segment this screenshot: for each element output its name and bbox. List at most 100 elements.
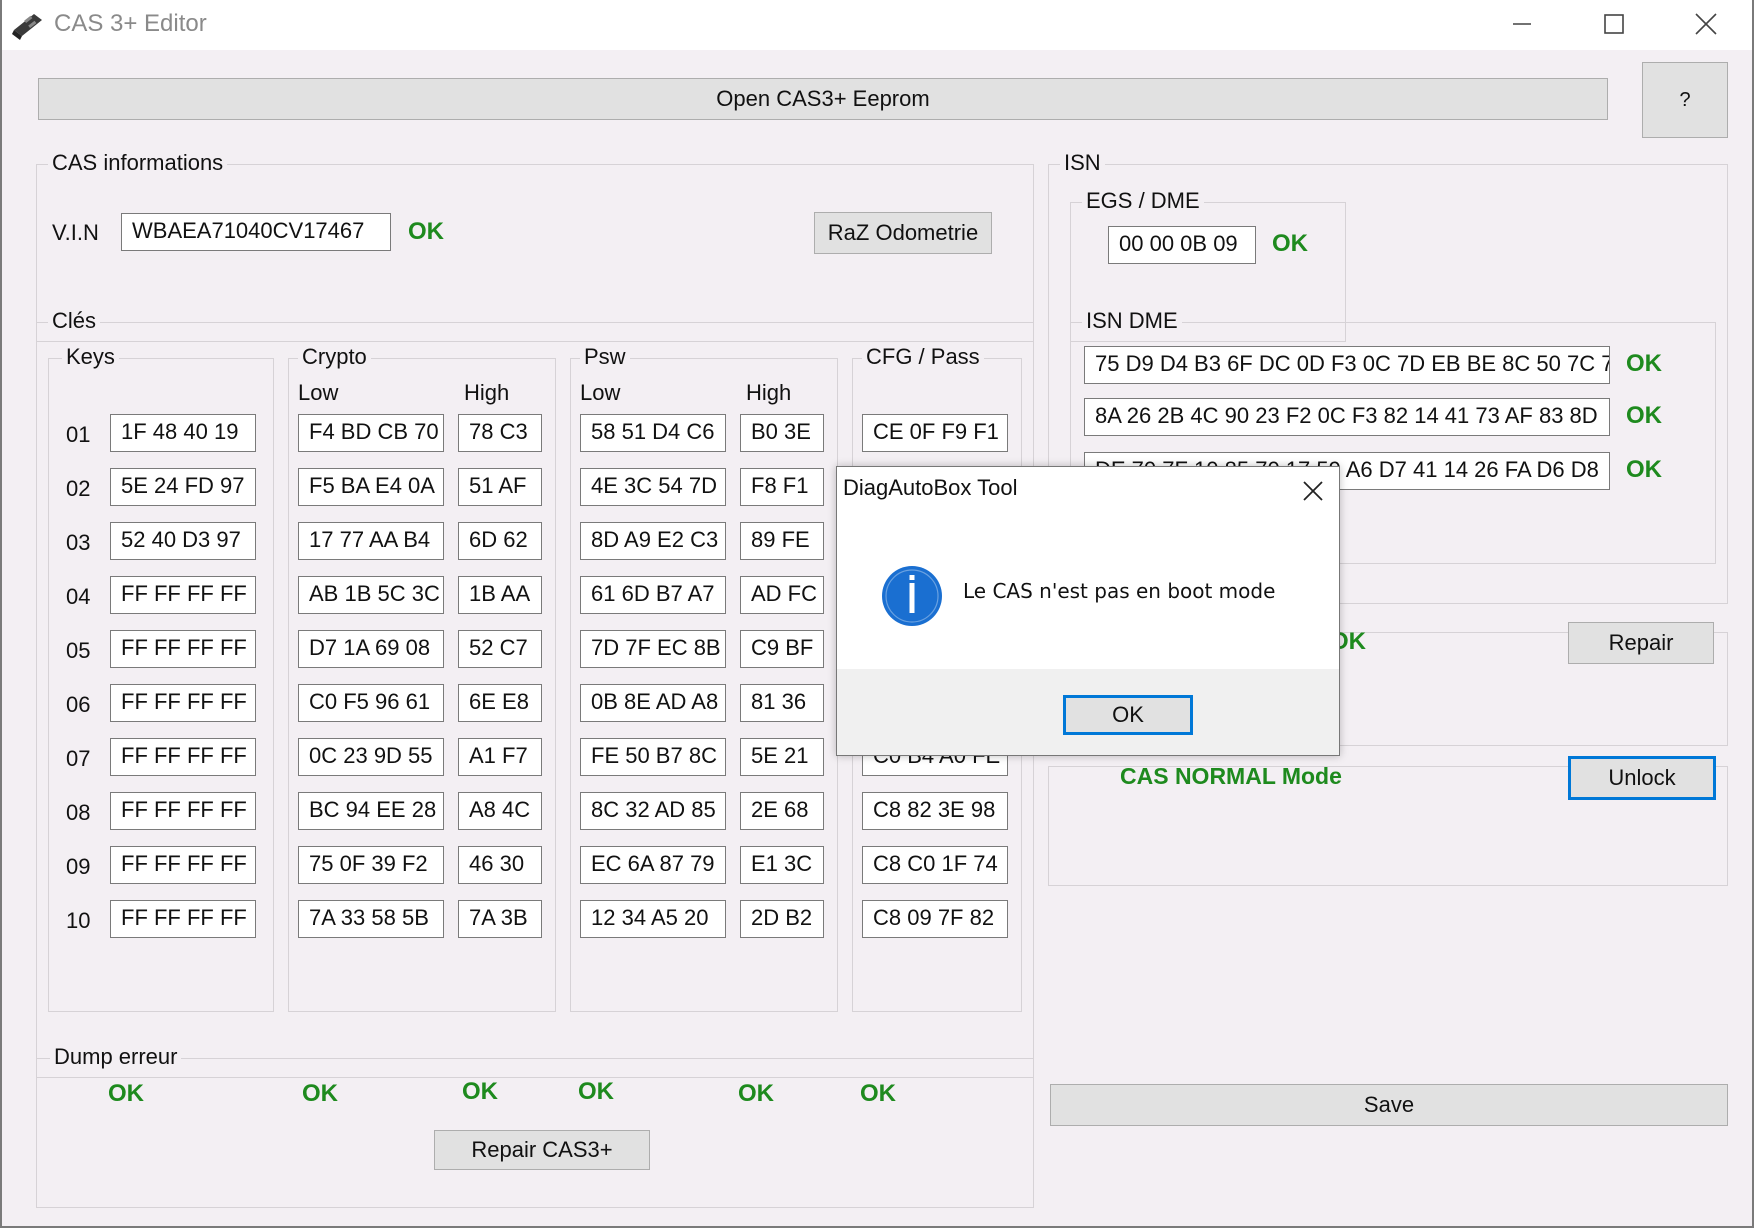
psw-low-label: Low — [580, 380, 621, 405]
psw-low-field[interactable]: 12 34 A5 20 — [580, 900, 726, 938]
cfg-field[interactable]: C8 82 3E 98 — [862, 792, 1008, 830]
psw-high-field[interactable]: 5E 21 — [740, 738, 824, 776]
psw-low-field[interactable]: 0B 8E AD A8 — [580, 684, 726, 722]
unlock-button[interactable]: Unlock — [1568, 756, 1716, 800]
raz-odometrie-button[interactable]: RaZ Odometrie — [814, 212, 992, 254]
vin-field[interactable]: WBAEA71040CV17467 — [121, 213, 391, 251]
psw-low-field[interactable]: 58 51 D4 C6 — [580, 414, 726, 452]
crypto-high-field[interactable]: 1B AA — [458, 576, 542, 614]
psw-low-field[interactable]: 61 6D B7 A7 — [580, 576, 726, 614]
crypto-high-field[interactable]: 78 C3 — [458, 414, 542, 452]
key-field[interactable]: FF FF FF FF — [110, 684, 256, 722]
save-button[interactable]: Save — [1050, 1084, 1728, 1126]
psw-high-field[interactable]: 2D B2 — [740, 900, 824, 938]
psw-low-field[interactable]: 4E 3C 54 7D — [580, 468, 726, 506]
key-row-number: 02 — [66, 476, 91, 501]
crypto-low-field[interactable]: 0C 23 9D 55 — [298, 738, 444, 776]
dialog-close-button[interactable] — [1295, 473, 1331, 509]
dump-status-1: OK — [108, 1080, 144, 1107]
vin-status: OK — [408, 218, 444, 245]
crypto-low-field[interactable]: 75 0F 39 F2 — [298, 846, 444, 884]
cfg-field[interactable]: C8 C0 1F 74 — [862, 846, 1008, 884]
title-bar: CAS 3+ Editor — [2, 0, 1752, 50]
crypto-high-field[interactable]: 6E E8 — [458, 684, 542, 722]
minimize-button[interactable] — [1482, 4, 1562, 44]
crypto-low-field[interactable]: AB 1B 5C 3C — [298, 576, 444, 614]
key-field[interactable]: 1F 48 40 19 — [110, 414, 256, 452]
psw-high-field[interactable]: B0 3E — [740, 414, 824, 452]
cas-mode-text: CAS NORMAL Mode — [1120, 763, 1342, 789]
psw-high-field[interactable]: E1 3C — [740, 846, 824, 884]
key-field[interactable]: FF FF FF FF — [110, 792, 256, 830]
isn-dme-field-2[interactable]: 8A 26 2B 4C 90 23 F2 0C F3 82 14 41 73 A… — [1084, 398, 1610, 436]
crypto-low-field[interactable]: 7A 33 58 5B — [298, 900, 444, 938]
message-dialog: DiagAutoBox Tool Le CAS n'est pas en boo… — [836, 466, 1340, 756]
psw-label: Psw — [580, 344, 630, 370]
crypto-high-field[interactable]: 6D 62 — [458, 522, 542, 560]
key-field[interactable]: FF FF FF FF — [110, 630, 256, 668]
crypto-low-label: Low — [298, 380, 339, 405]
crypto-low-field[interactable]: D7 1A 69 08 — [298, 630, 444, 668]
egs-dme-field[interactable]: 00 00 0B 09 — [1108, 226, 1256, 264]
app-chip-icon — [12, 14, 42, 40]
crypto-high-field[interactable]: 46 30 — [458, 846, 542, 884]
psw-low-field[interactable]: 8D A9 E2 C3 — [580, 522, 726, 560]
window-title: CAS 3+ Editor — [54, 10, 207, 37]
key-row-number: 01 — [66, 422, 91, 447]
psw-high-label: High — [746, 380, 792, 405]
psw-high-field[interactable]: 2E 68 — [740, 792, 824, 830]
close-button[interactable] — [1666, 4, 1746, 44]
crypto-high-field[interactable]: 51 AF — [458, 468, 542, 506]
crypto-high-field[interactable]: 7A 3B — [458, 900, 542, 938]
crypto-low-field[interactable]: F5 BA E4 0A — [298, 468, 444, 506]
repair-button[interactable]: Repair — [1568, 622, 1714, 664]
crypto-low-field[interactable]: 17 77 AA B4 — [298, 522, 444, 560]
psw-low-field[interactable]: 7D 7F EC 8B — [580, 630, 726, 668]
crypto-high-field[interactable]: 52 C7 — [458, 630, 542, 668]
crypto-low-field[interactable]: F4 BD CB 70 — [298, 414, 444, 452]
key-field[interactable]: FF FF FF FF — [110, 900, 256, 938]
minimize-icon — [1513, 23, 1531, 25]
psw-high-field[interactable]: C9 BF — [740, 630, 824, 668]
dump-status-4: OK — [578, 1078, 614, 1105]
crypto-high-field[interactable]: A1 F7 — [458, 738, 542, 776]
dump-status-6: OK — [860, 1080, 896, 1107]
key-row-number: 05 — [66, 638, 91, 663]
dialog-title: DiagAutoBox Tool — [843, 475, 1018, 500]
crypto-low-field[interactable]: BC 94 EE 28 — [298, 792, 444, 830]
key-field[interactable]: FF FF FF FF — [110, 738, 256, 776]
open-eeprom-button[interactable]: Open CAS3+ Eeprom — [38, 78, 1608, 120]
isn-dme-status-2: OK — [1626, 402, 1662, 429]
dialog-message: Le CAS n'est pas en boot mode — [963, 579, 1276, 603]
psw-low-field[interactable]: 8C 32 AD 85 — [580, 792, 726, 830]
cfg-field[interactable]: C8 09 7F 82 — [862, 900, 1008, 938]
cfg-field[interactable]: CE 0F F9 F1 — [862, 414, 1008, 452]
psw-high-field[interactable]: 89 FE — [740, 522, 824, 560]
help-button[interactable]: ? — [1642, 62, 1728, 138]
key-field[interactable]: FF FF FF FF — [110, 846, 256, 884]
key-field[interactable]: 52 40 D3 97 — [110, 522, 256, 560]
psw-high-field[interactable]: F8 F1 — [740, 468, 824, 506]
key-row-number: 08 — [66, 800, 91, 825]
psw-low-field[interactable]: FE 50 B7 8C — [580, 738, 726, 776]
psw-high-field[interactable]: AD FC — [740, 576, 824, 614]
key-row-number: 06 — [66, 692, 91, 717]
crypto-label: Crypto — [298, 344, 371, 370]
key-field[interactable]: 5E 24 FD 97 — [110, 468, 256, 506]
vin-label: V.I.N — [52, 220, 99, 245]
maximize-button[interactable] — [1574, 4, 1654, 44]
key-row-number: 09 — [66, 854, 91, 879]
keys-group-label: Clés — [48, 308, 101, 334]
psw-high-field[interactable]: 81 36 — [740, 684, 824, 722]
dialog-ok-button[interactable]: OK — [1063, 695, 1193, 735]
isn-dme-label: ISN DME — [1082, 308, 1182, 334]
key-field[interactable]: FF FF FF FF — [110, 576, 256, 614]
isn-dme-field-1[interactable]: 75 D9 D4 B3 6F DC 0D F3 0C 7D EB BE 8C 5… — [1084, 346, 1610, 384]
crypto-high-field[interactable]: A8 4C — [458, 792, 542, 830]
cas-info-label: CAS informations — [48, 150, 228, 176]
crypto-low-field[interactable]: C0 F5 96 61 — [298, 684, 444, 722]
repair-cas3-button[interactable]: Repair CAS3+ — [434, 1130, 650, 1170]
crypto-high-label: High — [464, 380, 510, 405]
psw-low-field[interactable]: EC 6A 87 79 — [580, 846, 726, 884]
cfg-label: CFG / Pass — [862, 344, 984, 370]
